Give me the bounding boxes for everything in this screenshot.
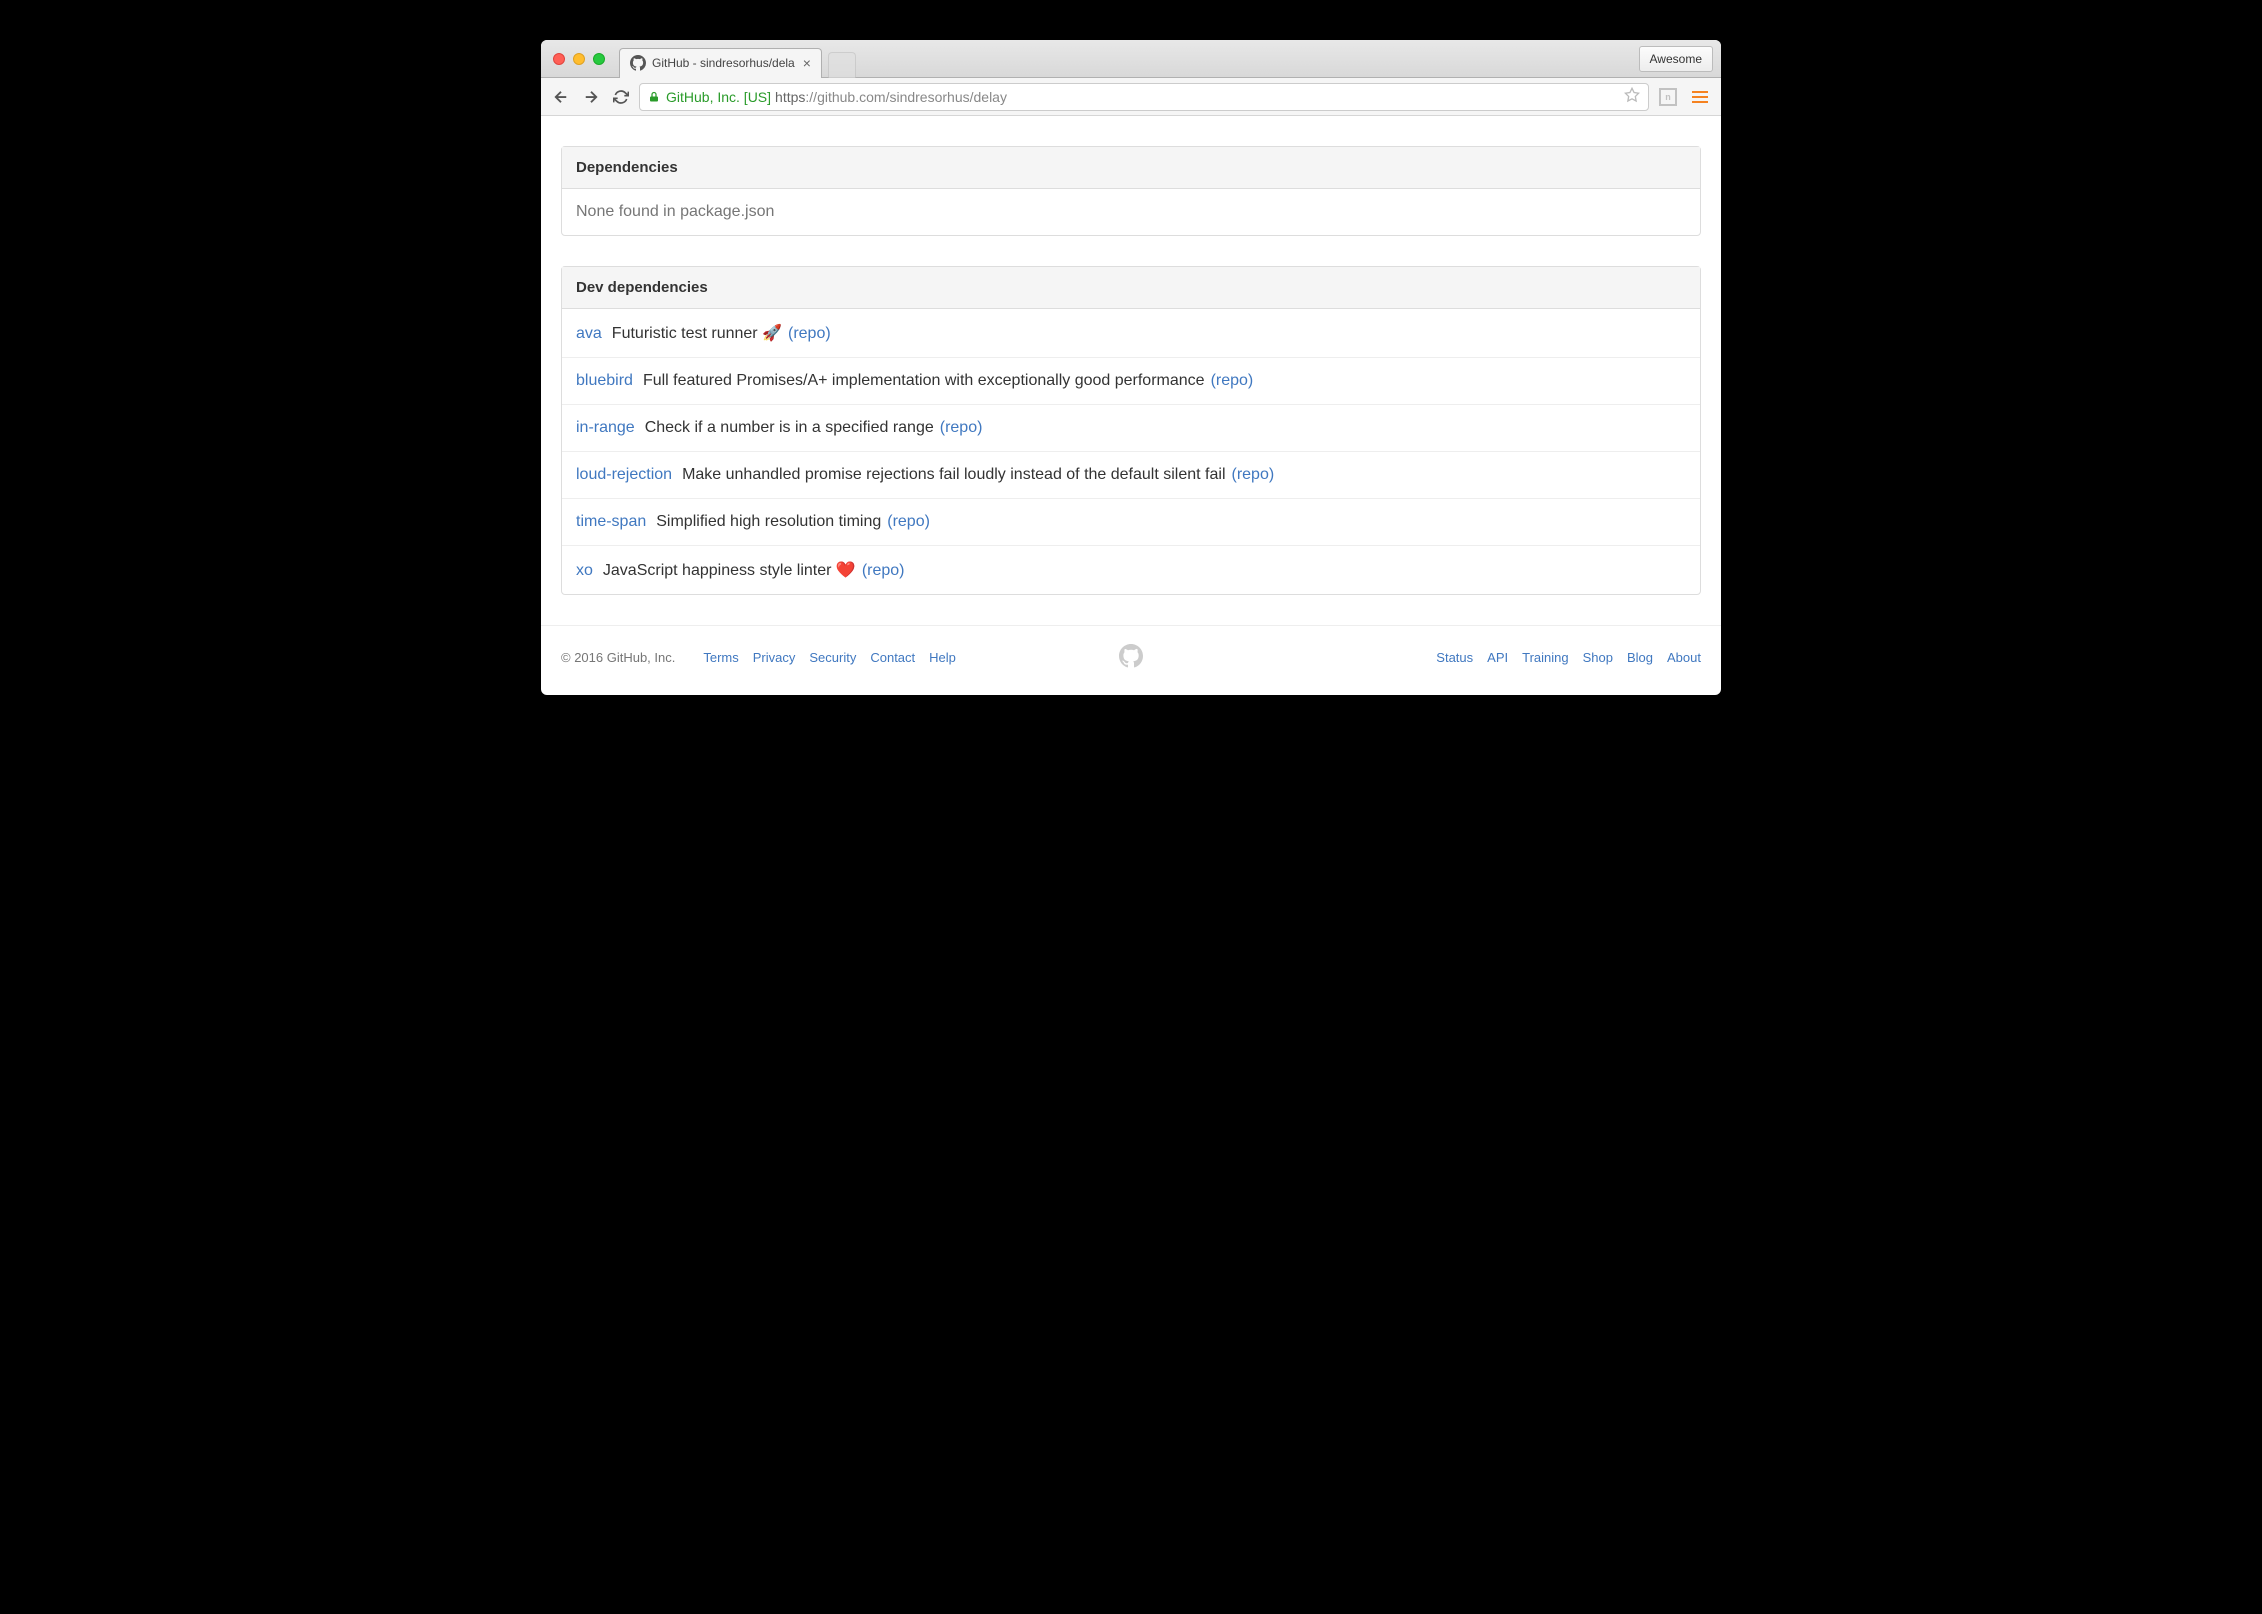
footer-link[interactable]: About	[1667, 650, 1701, 665]
maximize-window-button[interactable]	[593, 53, 605, 65]
dep-description: JavaScript happiness style linter ❤️	[603, 560, 856, 580]
reload-button[interactable]	[609, 85, 633, 109]
dev-dependencies-header: Dev dependencies	[562, 267, 1700, 309]
footer-link[interactable]: Shop	[1583, 650, 1613, 665]
bookmark-star-icon[interactable]	[1624, 87, 1640, 106]
footer-link[interactable]: Blog	[1627, 650, 1653, 665]
dep-row: ava Futuristic test runner 🚀 (repo)	[562, 309, 1700, 357]
dep-repo-link[interactable]: (repo)	[1211, 372, 1254, 390]
new-tab-button[interactable]	[828, 52, 856, 78]
dependencies-header: Dependencies	[562, 147, 1700, 189]
dep-name-link[interactable]: ava	[576, 325, 602, 343]
dep-row: in-range Check if a number is in a specif…	[562, 404, 1700, 451]
dep-row: bluebird Full featured Promises/A+ implem…	[562, 357, 1700, 404]
titlebar: GitHub - sindresorhus/dela × Awesome	[541, 40, 1721, 78]
dep-description: Make unhandled promise rejections fail l…	[682, 466, 1225, 484]
footer-link[interactable]: Training	[1522, 650, 1568, 665]
footer-link[interactable]: API	[1487, 650, 1508, 665]
footer-link[interactable]: Help	[929, 650, 956, 665]
footer-link[interactable]: Security	[809, 650, 856, 665]
dep-repo-link[interactable]: (repo)	[788, 325, 831, 343]
browser-tab[interactable]: GitHub - sindresorhus/dela ×	[619, 48, 822, 78]
close-window-button[interactable]	[553, 53, 565, 65]
dep-repo-link[interactable]: (repo)	[862, 562, 905, 580]
dep-name-link[interactable]: bluebird	[576, 372, 633, 390]
footer-link[interactable]: Status	[1436, 650, 1473, 665]
browser-toolbar: GitHub, Inc. [US] https ://github.com /s…	[541, 78, 1721, 116]
dep-name-link[interactable]: time-span	[576, 513, 646, 531]
footer-link[interactable]: Contact	[870, 650, 915, 665]
dep-repo-link[interactable]: (repo)	[1232, 466, 1275, 484]
minimize-window-button[interactable]	[573, 53, 585, 65]
dep-row: xo JavaScript happiness style linter ❤️ (r…	[562, 545, 1700, 594]
menu-button[interactable]	[1687, 84, 1713, 110]
github-favicon-icon	[630, 55, 646, 71]
page-content: Dependencies None found in package.json …	[541, 116, 1721, 595]
dep-row: loud-rejection Make unhandled promise rej…	[562, 451, 1700, 498]
npm-extension-icon[interactable]: n	[1655, 84, 1681, 110]
dep-name-link[interactable]: in-range	[576, 419, 635, 437]
url-path: /sindresorhus/delay	[886, 89, 1007, 105]
footer-copyright: © 2016 GitHub, Inc.	[561, 650, 675, 665]
dep-description: Full featured Promises/A+ implementation…	[643, 372, 1205, 390]
ev-certificate-label: GitHub, Inc. [US]	[666, 89, 771, 105]
page-footer: © 2016 GitHub, Inc. Terms Privacy Security…	[541, 625, 1721, 695]
dep-row: time-span Simplified high resolution timi…	[562, 498, 1700, 545]
close-tab-icon[interactable]: ×	[803, 56, 811, 70]
dep-name-link[interactable]: loud-rejection	[576, 466, 672, 484]
awesome-extension-button[interactable]: Awesome	[1639, 46, 1713, 72]
dependencies-empty-message: None found in package.json	[562, 189, 1700, 235]
forward-button[interactable]	[579, 85, 603, 109]
tab-title: GitHub - sindresorhus/dela	[652, 56, 795, 70]
hamburger-icon	[1692, 91, 1708, 103]
browser-window: GitHub - sindresorhus/dela × Awesome Git…	[541, 40, 1721, 695]
dependencies-panel: Dependencies None found in package.json	[561, 146, 1701, 236]
url-protocol: https	[775, 89, 805, 105]
url-host: ://github.com	[805, 89, 885, 105]
footer-link[interactable]: Privacy	[753, 650, 796, 665]
dep-description: Simplified high resolution timing	[656, 513, 881, 531]
dep-repo-link[interactable]: (repo)	[887, 513, 930, 531]
footer-link[interactable]: Terms	[703, 650, 738, 665]
dep-description: Check if a number is in a specified rang…	[645, 419, 934, 437]
traffic-lights	[553, 53, 605, 65]
github-logo-icon[interactable]	[1119, 644, 1143, 671]
address-bar[interactable]: GitHub, Inc. [US] https ://github.com /s…	[639, 83, 1649, 111]
back-button[interactable]	[549, 85, 573, 109]
dev-dependencies-panel: Dev dependencies ava Futuristic test runn…	[561, 266, 1701, 595]
dep-name-link[interactable]: xo	[576, 562, 593, 580]
dep-repo-link[interactable]: (repo)	[940, 419, 983, 437]
dep-description: Futuristic test runner 🚀	[612, 323, 782, 343]
lock-icon	[648, 90, 660, 104]
